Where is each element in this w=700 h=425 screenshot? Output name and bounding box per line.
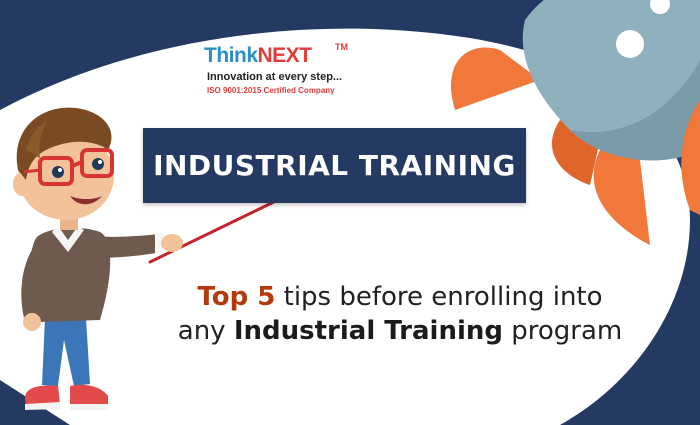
- logo-certification: ISO 9001:2015 Certified Company: [207, 86, 335, 95]
- teacher-arm-right: [92, 234, 162, 258]
- logo-trademark: TM: [335, 42, 348, 52]
- promo-banner: ThinkNEXT TM Innovation at every step...…: [0, 0, 700, 425]
- title-banner: INDUSTRIAL TRAINING: [143, 128, 526, 203]
- rocket-window-1: [616, 30, 644, 58]
- logo-brand-think: Think: [204, 44, 258, 67]
- headline-line-1: Top 5 tips before enrolling into: [150, 280, 650, 314]
- headline-line1-text: tips before enrolling into: [275, 282, 603, 312]
- teacher-shoe-right: [70, 384, 108, 406]
- headline-line2-bold: Industrial Training: [233, 316, 503, 346]
- headline-line-2: any Industrial Training program: [150, 314, 650, 348]
- headline-highlight: Top 5: [197, 282, 276, 312]
- logo-brand-next: NEXT: [257, 44, 313, 67]
- teacher-hand-right: [161, 234, 183, 252]
- logo-tagline: Innovation at every step...: [207, 71, 343, 83]
- teacher-hand-left: [23, 313, 41, 331]
- banner-title: INDUSTRIAL TRAINING: [153, 149, 516, 182]
- headline-line2-suffix: program: [502, 316, 623, 346]
- logo-wordmark: ThinkNEXT: [204, 44, 312, 68]
- thinknext-logo: ThinkNEXT TM Innovation at every step...…: [204, 42, 364, 100]
- headline: Top 5 tips before enrolling into any Ind…: [150, 280, 650, 348]
- headline-line2-prefix: any: [177, 316, 234, 346]
- teacher-legs: [42, 318, 90, 386]
- rocket-fin-bottom: [593, 150, 650, 245]
- pointer-stick: [148, 196, 284, 264]
